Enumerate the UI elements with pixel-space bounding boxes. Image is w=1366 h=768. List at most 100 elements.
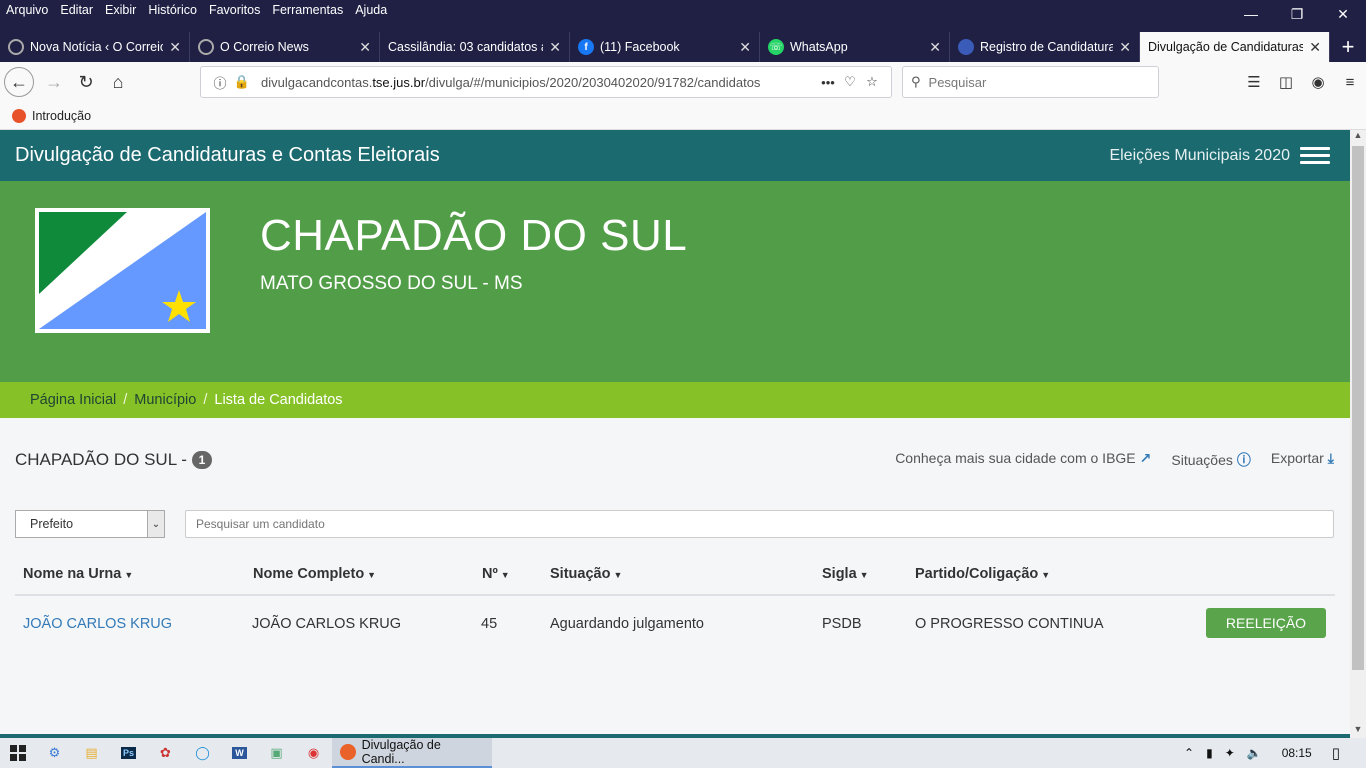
table-header: Nome na Urna ▼ Nome Completo ▼ Nº ▼ Situaçã… — [15, 550, 1335, 596]
city-title: CHAPADÃO DO SUL — [260, 211, 688, 260]
insecure-lock-icon[interactable]: 🔒 — [231, 74, 253, 90]
breadcrumb-separator: / — [203, 392, 208, 408]
close-tab-icon[interactable]: ✕ — [929, 39, 941, 56]
correio-icon — [198, 39, 214, 55]
tab-label: Nova Notícia ‹ O Correio — [30, 40, 164, 54]
menu-favoritos[interactable]: Favoritos — [203, 0, 266, 20]
situacoes-link[interactable]: Situações ⓘ — [1171, 450, 1250, 470]
bookmark-star-icon[interactable]: ☆ — [861, 74, 883, 90]
menu-ferramentas[interactable]: Ferramentas — [266, 0, 349, 20]
col-nome-urna[interactable]: Nome na Urna ▼ — [23, 566, 133, 582]
control-panel-icon[interactable]: ⚙ — [36, 738, 73, 768]
col-sigla[interactable]: Sigla ▼ — [822, 566, 869, 582]
tab-divulgacao[interactable]: Divulgação de Candidaturas ✕ — [1140, 32, 1330, 62]
close-tab-icon[interactable]: ✕ — [1119, 39, 1131, 56]
photos-icon[interactable]: ▣ — [258, 738, 295, 768]
windows-start-icon[interactable] — [0, 738, 36, 768]
col-partido[interactable]: Partido/Coligação ▼ — [915, 566, 1050, 582]
cargo-select[interactable]: Prefeito ⌄ — [15, 510, 165, 538]
ibge-link[interactable]: Conheça mais sua cidade com o IBGE ↗ — [895, 450, 1151, 470]
election-label: Eleições Municipais 2020 — [1109, 147, 1290, 164]
exportar-link[interactable]: Exportar ⤓ — [1271, 450, 1334, 470]
tray-expand-icon[interactable]: ⌃ — [1184, 746, 1194, 760]
candidate-full-name: JOÃO CARLOS KRUG — [252, 616, 402, 632]
notifications-icon[interactable]: ▯ — [1332, 744, 1340, 762]
state-subtitle: MATO GROSSO DO SUL - MS — [260, 273, 523, 294]
page-scrollbar[interactable]: ▲ ▼ — [1350, 130, 1366, 738]
menu-arquivo[interactable]: Arquivo — [0, 0, 54, 20]
facebook-icon: f — [578, 39, 594, 55]
more-icon[interactable]: ••• — [817, 75, 839, 90]
tab-registro[interactable]: Registro de Candidatura ✕ — [950, 32, 1140, 62]
scroll-down-icon[interactable]: ▼ — [1350, 724, 1366, 738]
bookmark-introducao[interactable]: Introdução — [32, 109, 91, 123]
scroll-up-icon[interactable]: ▲ — [1350, 130, 1366, 144]
tab-nova-noticia[interactable]: Nova Notícia ‹ O Correio ✕ — [0, 32, 190, 62]
pocket-icon[interactable]: ♡ — [839, 74, 861, 90]
back-icon[interactable]: ← — [4, 67, 34, 97]
tab-whatsapp[interactable]: ☏ WhatsApp ✕ — [760, 32, 950, 62]
col-situacao[interactable]: Situação ▼ — [550, 566, 622, 582]
candidate-number: 45 — [481, 616, 498, 632]
chevron-down-icon[interactable]: ⌄ — [147, 511, 164, 537]
col-nome-completo[interactable]: Nome Completo ▼ — [253, 566, 376, 582]
breadcrumb-municipio[interactable]: Município — [134, 392, 196, 408]
close-tab-icon[interactable]: ✕ — [359, 39, 371, 56]
home-icon[interactable]: ⌂ — [102, 66, 134, 98]
sort-icon: ▼ — [124, 570, 134, 580]
scroll-thumb[interactable] — [1352, 146, 1364, 670]
sidebar-icon[interactable]: ◫ — [1270, 73, 1302, 91]
system-tray: ⌃ ▮ ✦ 🔈 08:15 ▯ — [1178, 738, 1366, 768]
tab-label: O Correio News — [220, 40, 309, 54]
reeleicao-badge[interactable]: REELEIÇÃO — [1206, 608, 1326, 638]
chrome-icon[interactable]: ◉ — [295, 738, 332, 768]
library-icon[interactable]: ☰ — [1238, 73, 1270, 91]
close-tab-icon[interactable]: ✕ — [169, 39, 181, 56]
info-icon[interactable]: ⓘ — [209, 73, 231, 92]
tab-correio-news[interactable]: O Correio News ✕ — [190, 32, 380, 62]
sort-icon: ▼ — [859, 570, 869, 580]
wifi-icon[interactable]: ✦ — [1225, 746, 1235, 760]
url-text[interactable]: divulgacandcontas.tse.jus.br/divulga/#/m… — [261, 75, 817, 90]
close-window-icon[interactable]: ✕ — [1320, 0, 1366, 28]
col-numero[interactable]: Nº ▼ — [482, 566, 510, 582]
tab-cassilandia[interactable]: Cassilândia: 03 candidatos a p ✕ — [380, 32, 570, 62]
menu-historico[interactable]: Histórico — [142, 0, 203, 20]
breadcrumb-home[interactable]: Página Inicial — [30, 392, 116, 408]
battery-icon[interactable]: ▮ — [1206, 746, 1213, 760]
close-tab-icon[interactable]: ✕ — [549, 39, 561, 56]
clock[interactable]: 08:15 — [1282, 746, 1312, 760]
candidate-name-link[interactable]: JOÃO CARLOS KRUG — [23, 616, 172, 632]
url-bar[interactable]: ⓘ 🔒 divulgacandcontas.tse.jus.br/divulga… — [200, 66, 892, 98]
taskbar-firefox-window[interactable]: Divulgação de Candi... — [332, 738, 492, 768]
menu-exibir[interactable]: Exibir — [99, 0, 142, 20]
account-icon[interactable]: ◉ — [1302, 73, 1334, 91]
window-controls: — ❐ ✕ — [1228, 0, 1366, 28]
candidate-search-input[interactable] — [185, 510, 1334, 538]
volume-icon[interactable]: 🔈 — [1247, 746, 1262, 760]
minimize-icon[interactable]: — — [1228, 0, 1274, 28]
app-menu-icon[interactable]: ≡ — [1334, 74, 1366, 91]
edge-icon[interactable]: ◯ — [184, 738, 221, 768]
windows-taskbar: ⚙ ▤ Ps ✿ ◯ W ▣ ◉ Divulgação de Candi... … — [0, 738, 1366, 768]
menu-editar[interactable]: Editar — [54, 0, 99, 20]
close-tab-icon[interactable]: ✕ — [1309, 39, 1321, 56]
browser-search-input[interactable]: ⚲ Pesquisar — [902, 66, 1159, 98]
word-icon[interactable]: W — [221, 738, 258, 768]
tab-facebook[interactable]: f (11) Facebook ✕ — [570, 32, 760, 62]
file-explorer-icon[interactable]: ▤ — [73, 738, 110, 768]
menu-ajuda[interactable]: Ajuda — [349, 0, 393, 20]
forward-icon[interactable]: → — [38, 66, 70, 98]
count-badge: 1 — [191, 451, 212, 469]
download-icon: ⤓ — [1327, 450, 1334, 466]
photoshop-icon[interactable]: Ps — [110, 738, 147, 768]
site-brand[interactable]: Divulgação de Candidaturas e Contas Elei… — [15, 144, 440, 167]
close-tab-icon[interactable]: ✕ — [739, 39, 751, 56]
new-tab-icon[interactable]: + — [1330, 32, 1366, 62]
restore-icon[interactable]: ❐ — [1274, 0, 1320, 28]
reload-icon[interactable]: ↻ — [70, 66, 102, 98]
sort-icon: ▼ — [367, 570, 377, 580]
hamburger-menu-icon[interactable] — [1300, 147, 1330, 165]
media-icon[interactable]: ✿ — [147, 738, 184, 768]
taskbar-app-label: Divulgação de Candi... — [361, 738, 441, 766]
